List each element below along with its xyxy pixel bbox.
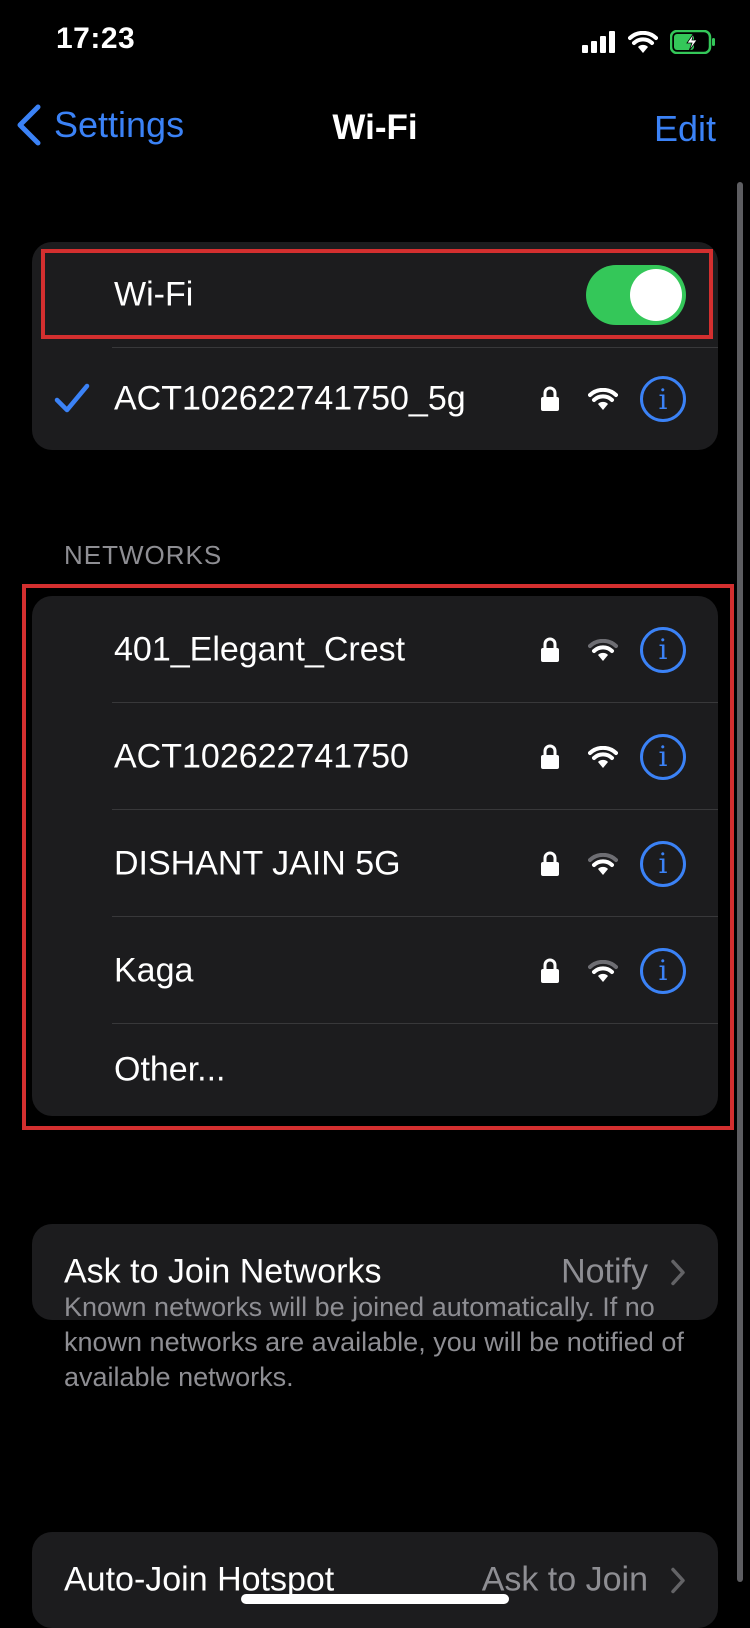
scrollbar[interactable]	[737, 182, 743, 1582]
info-icon[interactable]: i	[640, 376, 686, 422]
auto-join-hotspot-value-text: Ask to Join	[481, 1560, 648, 1599]
connected-network-row[interactable]: ACT102622741750_5g i	[32, 348, 718, 450]
checkmark-icon	[54, 383, 90, 413]
signal-bars-icon	[582, 31, 615, 53]
battery-charging-icon	[670, 30, 715, 54]
auto-join-hotspot-card: Auto-Join Hotspot Ask to Join	[32, 1532, 718, 1628]
highlight-box-networks	[22, 584, 734, 1130]
highlight-box-wifi-toggle	[41, 249, 713, 339]
chevron-right-icon	[671, 1259, 685, 1285]
home-indicator[interactable]	[241, 1594, 509, 1604]
connected-network-icons: i	[540, 376, 686, 422]
ask-to-join-value-text: Notify	[561, 1252, 648, 1291]
ask-to-join-label: Ask to Join Networks	[64, 1252, 382, 1291]
page-title: Wi-Fi	[332, 108, 418, 147]
auto-join-hotspot-row[interactable]: Auto-Join Hotspot Ask to Join	[32, 1532, 718, 1628]
auto-join-hotspot-value: Ask to Join	[482, 1561, 686, 1600]
connected-network-name: ACT102622741750_5g	[114, 379, 466, 418]
ask-to-join-value: Notify	[561, 1253, 686, 1292]
chevron-right-icon	[671, 1567, 685, 1593]
wifi-icon	[628, 31, 658, 53]
networks-section-header: NETWORKS	[64, 540, 223, 570]
wifi-signal-icon	[588, 388, 618, 410]
lock-icon	[541, 386, 559, 411]
ask-to-join-footer: Known networks will be joined automatica…	[64, 1292, 684, 1392]
status-icons	[582, 30, 716, 54]
status-time: 17:23	[56, 22, 136, 55]
edit-button[interactable]: Edit	[654, 108, 716, 150]
